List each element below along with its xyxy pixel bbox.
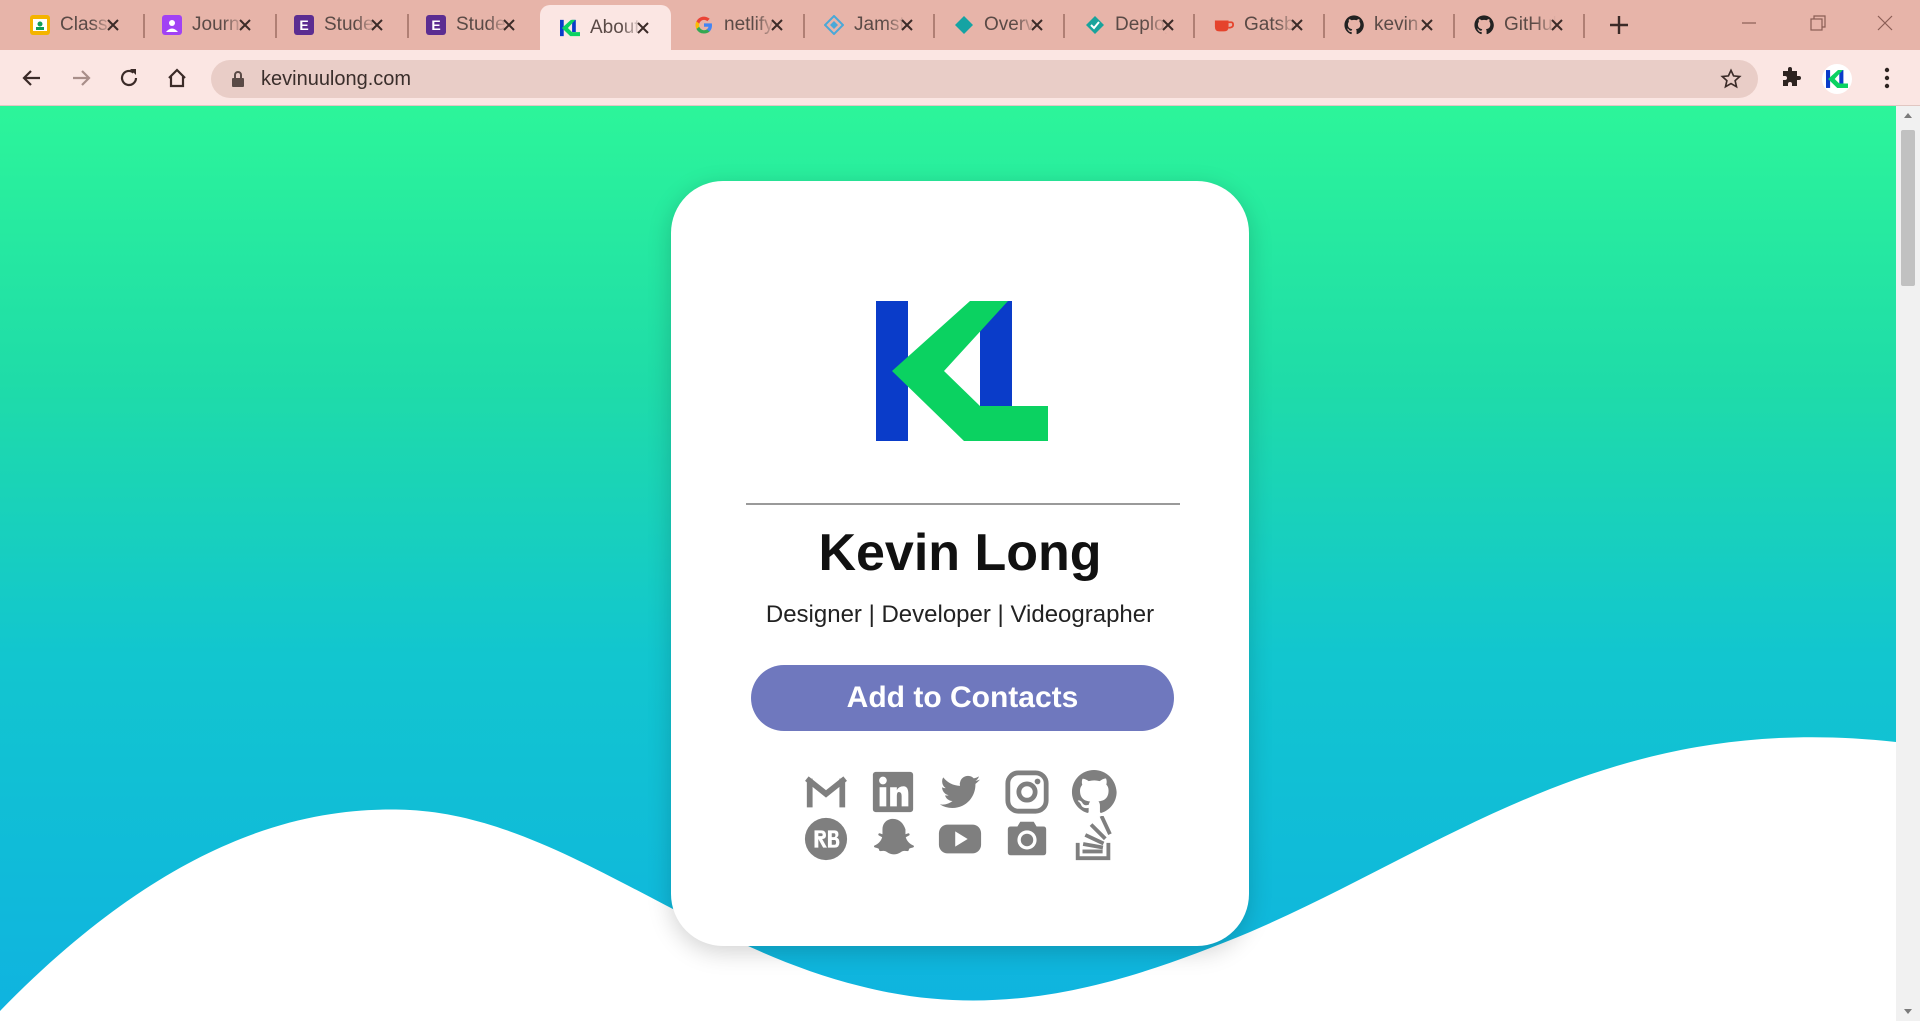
profile-subtitle: Designer | Developer | Videographer <box>765 601 1155 628</box>
linkedin-icon <box>872 771 914 813</box>
github-icon <box>1474 15 1494 35</box>
close-tab-icon[interactable] <box>105 17 121 33</box>
page-viewport: Kevin Long Designer | Developer | Videog… <box>0 106 1896 1021</box>
kl-logo-icon <box>560 18 580 38</box>
scrollbar-thumb[interactable] <box>1901 130 1915 286</box>
tab-journal[interactable]: Journal <box>142 6 273 44</box>
twitter-icon <box>939 775 981 809</box>
gmail-icon <box>805 776 847 808</box>
e-logo-icon: E <box>294 15 314 35</box>
profile-avatar[interactable] <box>1822 64 1852 94</box>
social-links <box>802 769 1120 862</box>
google-icon <box>694 15 714 35</box>
jamstack-icon <box>824 15 844 35</box>
redbubble-link[interactable] <box>802 816 850 862</box>
e-logo-icon: E <box>426 15 446 35</box>
close-tab-icon[interactable] <box>1289 17 1305 33</box>
snapchat-link[interactable] <box>869 816 917 862</box>
tab-strip: Classroom Journal E Student E Student Ab… <box>0 0 1920 50</box>
page-scrollbar[interactable] <box>1896 106 1920 1021</box>
address-bar[interactable]: kevinuulong.com <box>211 60 1758 98</box>
forward-arrow-icon <box>73 70 91 86</box>
netlify-deploy-icon <box>1085 15 1105 35</box>
tab-student-1[interactable]: E Student <box>274 6 405 44</box>
home-button[interactable] <box>161 62 193 94</box>
kl-logo <box>876 301 1048 441</box>
person-icon <box>162 15 182 35</box>
kl-logo-icon <box>1826 70 1848 88</box>
new-tab-plus-icon[interactable] <box>1604 10 1634 40</box>
puzzle-piece-icon <box>1783 67 1801 86</box>
camera-icon <box>1007 821 1047 856</box>
tab-student-2[interactable]: E Student <box>406 6 537 44</box>
extensions-button[interactable] <box>1775 62 1807 94</box>
tab-jamstack[interactable]: Jamstack <box>804 6 935 44</box>
forward-button[interactable] <box>65 62 97 94</box>
linkedin-link[interactable] <box>869 769 917 815</box>
tab-github-kevin[interactable]: kevin <box>1324 6 1455 44</box>
close-tab-icon[interactable] <box>1419 17 1435 33</box>
kebab-menu-icon <box>1884 67 1890 89</box>
github-icon <box>1071 769 1117 813</box>
home-icon <box>168 68 186 88</box>
restore-icon[interactable] <box>1800 8 1834 38</box>
divider <box>746 503 1180 505</box>
tab-github[interactable]: GitHub <box>1454 6 1585 44</box>
github-link[interactable] <box>1070 769 1118 815</box>
close-tab-icon[interactable] <box>369 17 385 33</box>
stackoverflow-icon <box>1075 816 1112 861</box>
close-tab-icon[interactable] <box>1160 17 1176 33</box>
url-text[interactable]: kevinuulong.com <box>261 68 411 91</box>
close-tab-icon[interactable] <box>237 17 253 33</box>
scroll-up-arrow-icon[interactable] <box>1896 106 1920 126</box>
profile-card: Kevin Long Designer | Developer | Videog… <box>671 181 1249 946</box>
browser-toolbar: kevinuulong.com <box>0 50 1920 106</box>
close-window-icon[interactable] <box>1868 8 1902 38</box>
photography-link[interactable] <box>1003 816 1051 862</box>
redbubble-icon <box>804 817 848 861</box>
tab-about-active[interactable]: About <box>540 5 671 50</box>
close-tab-icon[interactable] <box>1029 17 1045 33</box>
gmail-link[interactable] <box>802 769 850 815</box>
back-button[interactable] <box>16 62 48 94</box>
twitter-link[interactable] <box>936 769 984 815</box>
close-tab-icon[interactable] <box>635 20 651 36</box>
tab-netlify-search[interactable]: netlify <box>674 6 805 44</box>
tab-deploy[interactable]: Deploy <box>1065 6 1196 44</box>
menu-button[interactable] <box>1871 62 1903 94</box>
tab-classroom[interactable]: Classroom <box>10 6 141 44</box>
netlify-diamond-icon <box>954 15 974 35</box>
minimize-icon[interactable] <box>1732 8 1766 38</box>
close-tab-icon[interactable] <box>769 17 785 33</box>
youtube-link[interactable] <box>936 816 984 862</box>
coffee-cup-icon <box>1214 15 1234 35</box>
tab-gatsby[interactable]: Gatsby <box>1194 6 1325 44</box>
youtube-icon <box>938 824 982 854</box>
back-arrow-icon <box>22 70 40 86</box>
close-tab-icon[interactable] <box>1549 17 1565 33</box>
instagram-link[interactable] <box>1003 769 1051 815</box>
stackoverflow-link[interactable] <box>1070 816 1118 862</box>
google-classroom-icon <box>30 15 50 35</box>
add-to-contacts-button[interactable]: Add to Contacts <box>751 665 1174 731</box>
snapchat-icon <box>873 818 914 855</box>
reload-button[interactable] <box>113 62 145 94</box>
reload-icon <box>120 69 138 87</box>
lock-icon[interactable] <box>231 70 245 88</box>
scroll-down-arrow-icon[interactable] <box>1896 1001 1920 1021</box>
tab-separator <box>1583 14 1585 38</box>
close-tab-icon[interactable] <box>899 17 915 33</box>
tab-overview[interactable]: Overview <box>934 6 1065 44</box>
close-tab-icon[interactable] <box>501 17 517 33</box>
instagram-icon <box>1005 770 1049 814</box>
bookmark-star-icon[interactable] <box>1720 68 1742 90</box>
github-icon <box>1344 15 1364 35</box>
profile-name: Kevin Long <box>818 524 1102 582</box>
